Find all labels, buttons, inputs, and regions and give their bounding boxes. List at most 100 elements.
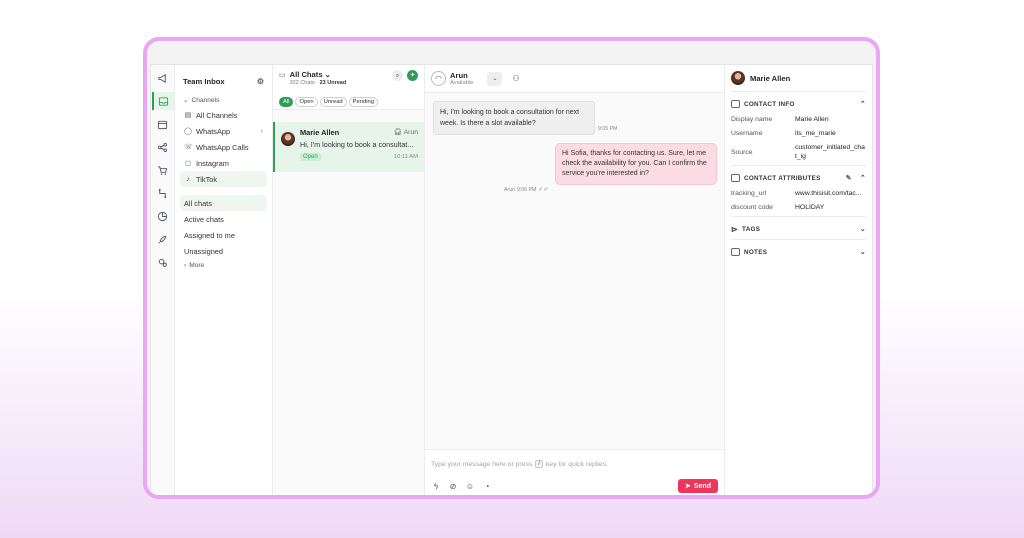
calendar-icon[interactable] bbox=[154, 115, 172, 133]
message-sender: Arun bbox=[504, 186, 515, 193]
settings-icon[interactable] bbox=[154, 253, 172, 271]
sticker-icon[interactable]: ◔ bbox=[482, 482, 492, 491]
attribute-value[interactable]: www.thisisit.com/tac... bbox=[795, 189, 866, 198]
message-composer: Type your message here or press / key fo… bbox=[425, 449, 724, 495]
chip-all[interactable]: All bbox=[279, 97, 294, 107]
info-value: Marie Allen bbox=[795, 116, 829, 123]
chevron-up-icon: ⌃ bbox=[859, 175, 866, 182]
chevron-down-icon: ⌄ bbox=[859, 226, 866, 233]
chat-list-title-dropdown[interactable]: All Chats ⌄ bbox=[290, 70, 347, 79]
incoming-message: Hi, I'm looking to book a consultation f… bbox=[433, 101, 595, 135]
filter-active-chats[interactable]: Active chats bbox=[180, 211, 267, 227]
channel-all[interactable]: ▤ All Channels bbox=[180, 107, 267, 123]
info-value: customer_initiated_chat_ig bbox=[795, 144, 865, 160]
agent-status: Available bbox=[450, 80, 474, 86]
contact-attributes-toggle[interactable]: CONTACT ATTRIBUTES ✎ ⌃ bbox=[731, 172, 866, 184]
chip-open[interactable]: Open bbox=[295, 97, 318, 107]
outgoing-message-meta: Arun 9:06 PM ✓✓ bbox=[504, 186, 549, 194]
filter-unassigned[interactable]: Unassigned bbox=[180, 243, 267, 259]
share-icon[interactable] bbox=[154, 138, 172, 156]
more-toggle[interactable]: › More bbox=[180, 259, 267, 271]
analytics-icon[interactable] bbox=[154, 207, 172, 225]
attribute-key: tracking_url bbox=[731, 190, 767, 197]
gear-icon[interactable]: ⚙ bbox=[257, 77, 264, 86]
inbox-icon[interactable] bbox=[151, 92, 174, 110]
status-filter-chips: All Open Unread Pending bbox=[273, 95, 424, 110]
phone-icon: ☏ bbox=[184, 144, 193, 151]
nav-rail bbox=[151, 65, 175, 495]
filter-assigned-to-me[interactable]: Assigned to me bbox=[180, 227, 267, 243]
rocket-icon[interactable] bbox=[154, 230, 172, 248]
channel-instagram[interactable]: ◻ Instagram bbox=[180, 155, 267, 171]
attributes-icon bbox=[731, 174, 740, 182]
emoji-icon[interactable]: ☺ bbox=[465, 482, 475, 491]
send-button[interactable]: ➤ Send bbox=[678, 479, 718, 493]
channel-label: WhatsApp Calls bbox=[196, 142, 249, 152]
lightning-icon[interactable]: ϟ bbox=[431, 482, 441, 491]
instagram-icon: ◻ bbox=[185, 160, 191, 167]
status-badge: Open bbox=[300, 153, 321, 161]
contact-panel: Marie Allen CONTACT INFO ⌃ Display name … bbox=[725, 65, 872, 495]
chevron-down-icon: ⌄ bbox=[492, 76, 498, 82]
agent-name: Arun bbox=[450, 71, 468, 80]
channel-tiktok[interactable]: ♪ TikTok bbox=[180, 171, 267, 187]
outgoing-message-time: 9:06 PM bbox=[516, 186, 537, 193]
contact-header: Marie Allen bbox=[731, 65, 866, 92]
avatar bbox=[731, 71, 745, 85]
info-key: Source bbox=[731, 148, 753, 156]
people-icon[interactable]: ⚇ bbox=[512, 74, 519, 83]
channel-label: Instagram bbox=[196, 158, 229, 168]
flow-icon[interactable] bbox=[154, 184, 172, 202]
chat-list-header: ▭ All Chats ⌄ 322 Chats · 23 Unread ⌕ + bbox=[273, 65, 424, 95]
add-chat-button[interactable]: + bbox=[407, 70, 418, 81]
notes-section: NOTES ⌄ bbox=[731, 240, 866, 262]
info-value: its_me_marie bbox=[795, 130, 836, 137]
tags-section: ⊳ TAGS ⌄ bbox=[731, 217, 866, 240]
chevron-right-icon: › bbox=[184, 261, 187, 269]
whatsapp-icon: ◯ bbox=[184, 128, 192, 135]
filter-all-chats[interactable]: All chats bbox=[180, 195, 267, 211]
message-input[interactable]: Type your message here or press / key fo… bbox=[431, 457, 718, 471]
incoming-message-time: 9:05 PM bbox=[598, 126, 618, 132]
send-icon: ➤ bbox=[685, 483, 691, 490]
conversation-preview: Hi, I'm looking to book a consultat... bbox=[300, 140, 414, 149]
inbox-icon: ▤ bbox=[184, 112, 192, 119]
megaphone-icon[interactable] bbox=[154, 69, 172, 87]
conversation-name: Marie Allen bbox=[300, 128, 340, 137]
notes-toggle[interactable]: NOTES ⌄ bbox=[731, 246, 866, 258]
pencil-icon[interactable]: ✎ bbox=[846, 174, 852, 182]
conversation-pane: ◠ Arun Available ⌄ ⚇ Hi, I'm looking to … bbox=[425, 65, 725, 495]
contact-info-toggle[interactable]: CONTACT INFO ⌃ bbox=[731, 98, 866, 110]
device-frame: Team Inbox ⚙ ⌄ Channels ▤ All Channels ◯… bbox=[143, 37, 880, 499]
chevron-down-icon: ⌄ bbox=[324, 70, 332, 79]
conversation-list-item[interactable]: Marie Allen 🎧︎ Arun Hi, I'm looking to b… bbox=[273, 122, 424, 172]
attribute-row: tracking_url www.thisisit.com/tac... bbox=[731, 189, 866, 198]
tiktok-icon: ♪ bbox=[186, 175, 190, 183]
inbox-title: Team Inbox bbox=[183, 76, 225, 86]
tags-toggle[interactable]: ⊳ TAGS ⌄ bbox=[731, 223, 866, 235]
channel-whatsapp-calls[interactable]: ☏ WhatsApp Calls bbox=[180, 139, 267, 155]
contact-attributes-title: CONTACT ATTRIBUTES bbox=[744, 174, 821, 182]
info-row: Username its_me_marie bbox=[731, 129, 866, 138]
info-key: Display name bbox=[731, 116, 773, 123]
channel-label: TikTok bbox=[196, 174, 218, 184]
channels-section-toggle[interactable]: ⌄ Channels bbox=[180, 96, 267, 105]
headset-icon: ◠ bbox=[431, 71, 446, 86]
channel-whatsapp[interactable]: ◯ WhatsApp › bbox=[180, 123, 267, 139]
paperclip-icon[interactable]: ⊘ bbox=[448, 482, 458, 491]
chip-pending[interactable]: Pending bbox=[348, 97, 378, 107]
double-check-icon: ✓✓ bbox=[538, 187, 549, 193]
chevron-down-icon: ⌄ bbox=[859, 249, 866, 256]
tag-icon: ⊳ bbox=[731, 224, 739, 234]
agent-dropdown-button[interactable]: ⌄ bbox=[487, 71, 503, 86]
contact-info-section: CONTACT INFO ⌃ Display name Marie Allen … bbox=[731, 92, 866, 166]
notes-title: NOTES bbox=[744, 248, 768, 256]
conversation-time: 10:11 AM bbox=[393, 154, 418, 160]
chip-unread[interactable]: Unread bbox=[319, 97, 347, 107]
search-icon[interactable]: ⌕ bbox=[392, 70, 403, 81]
chevron-right-icon: › bbox=[260, 127, 263, 135]
app-window: Team Inbox ⚙ ⌄ Channels ▤ All Channels ◯… bbox=[150, 64, 873, 495]
cart-icon[interactable] bbox=[154, 161, 172, 179]
contact-attributes-section: CONTACT ATTRIBUTES ✎ ⌃ tracking_url www.… bbox=[731, 166, 866, 217]
assigned-agent-name: Arun bbox=[403, 129, 418, 136]
